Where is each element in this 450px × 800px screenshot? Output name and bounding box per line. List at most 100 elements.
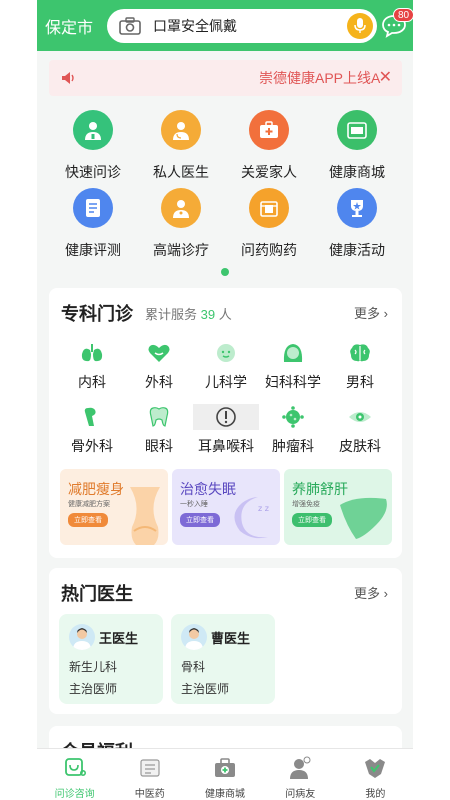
banner-title: 减肥瘦身 <box>68 481 124 497</box>
tab-profile[interactable]: 我的 <box>338 749 413 800</box>
entry-label: 健康评测 <box>65 242 121 258</box>
entry-label: 高端诊疗 <box>153 242 209 258</box>
microphone-icon[interactable] <box>347 13 373 39</box>
banner-insomnia[interactable]: 治愈失眠 一秒入睡 立即查看 z z <box>172 469 280 545</box>
doctor-icon <box>73 110 113 150</box>
dept-pediatrics[interactable]: 儿科学 <box>193 340 259 392</box>
city-selector[interactable]: 保定市 <box>45 14 105 38</box>
entry-label: 快速问诊 <box>65 164 121 180</box>
dept-andrology[interactable]: 男科 <box>327 340 393 392</box>
served-label: 累计服务 <box>145 307 198 322</box>
banner-subtitle: 一秒入睡 <box>180 501 208 508</box>
virus-icon <box>280 404 306 430</box>
dept-surgery[interactable]: 外科 <box>126 340 192 392</box>
trophy-icon <box>337 188 377 228</box>
banner-button[interactable]: 立即查看 <box>292 513 332 527</box>
chinese-medicine-icon <box>137 755 163 781</box>
doctor-title: 主治医师 <box>181 682 230 696</box>
doctor-name: 王医生 <box>99 631 139 646</box>
dept-label: 妇科科学 <box>265 374 321 390</box>
more-link[interactable]: 更多 › <box>354 583 388 602</box>
doctor-card[interactable]: 王医生 新生儿科 主治医师 <box>59 614 163 704</box>
heart-icon <box>146 340 172 366</box>
close-icon[interactable]: ✕ <box>379 67 392 87</box>
hot-doctors-title: 热门医生 <box>61 584 133 604</box>
svg-text:z z: z z <box>258 504 269 513</box>
medical-kit-icon <box>212 755 238 781</box>
entry-quick-consult[interactable]: 快速问诊 <box>53 110 133 182</box>
dept-dermatology[interactable]: 皮肤科 <box>327 404 393 456</box>
entry-health-assessment[interactable]: 健康评测 <box>53 188 133 260</box>
speaker-icon <box>62 72 74 84</box>
entry-label: 健康商城 <box>329 164 385 180</box>
notice-bar[interactable]: 崇德健康APP上线A ✕ <box>49 60 402 96</box>
entry-label: 问药购药 <box>241 242 297 258</box>
banner-subtitle: 增强免疫 <box>292 501 320 508</box>
store-icon <box>337 110 377 150</box>
message-badge: 80 <box>393 8 413 22</box>
carousel-indicator <box>221 268 229 276</box>
tab-label: 我的 <box>365 789 386 800</box>
patient-icon <box>287 755 313 781</box>
doctor-card[interactable]: 曹医生 骨科 主治医师 <box>171 614 275 704</box>
banner-button[interactable]: 立即查看 <box>180 513 220 527</box>
brain-icon <box>347 340 373 366</box>
private-doctor-icon <box>161 110 201 150</box>
tab-chinese-medicine[interactable]: 中医药 <box>112 749 187 800</box>
hot-doctors-card: 热门医生 更多 › 王医生 新生儿科 主治医师 曹医生 骨科 主治医师 <box>49 568 402 714</box>
banner-button[interactable]: 立即查看 <box>68 513 108 527</box>
clipboard-icon <box>73 188 113 228</box>
chevron-right-icon: › <box>383 306 388 321</box>
entry-label: 关爱家人 <box>241 164 297 180</box>
search-input[interactable]: 口罩安全佩戴 <box>153 16 347 36</box>
waist-illustration <box>130 487 160 545</box>
more-link[interactable]: 更多 › <box>354 303 388 322</box>
entry-health-activity[interactable]: 健康活动 <box>317 188 397 260</box>
stethoscope-icon <box>62 755 88 781</box>
entry-health-store[interactable]: 健康商城 <box>317 110 397 182</box>
dept-ophthalmology[interactable]: 眼科 <box>126 404 192 456</box>
entry-label: 健康活动 <box>329 242 385 258</box>
camera-icon[interactable] <box>119 17 141 35</box>
doctor-department: 骨科 <box>181 660 206 674</box>
dept-label: 皮肤科 <box>339 438 381 454</box>
notice-text: 崇德健康APP上线A <box>259 70 381 86</box>
search-bar[interactable]: 口罩安全佩戴 <box>107 9 377 43</box>
woman-icon <box>280 340 306 366</box>
served-count: 累计服务 39 人 <box>145 304 232 323</box>
bone-icon <box>79 404 105 430</box>
banner-lung-liver[interactable]: 养肺舒肝 增强免疫 立即查看 <box>284 469 392 545</box>
tab-patients[interactable]: 问病友 <box>263 749 338 800</box>
chevron-right-icon: › <box>383 586 388 601</box>
moon-icon: z z <box>234 497 269 539</box>
served-number: 39 <box>200 307 216 322</box>
dept-label: 外科 <box>145 374 173 390</box>
top-header: 保定市 口罩安全佩戴 80 <box>37 0 413 51</box>
liver-icon <box>340 497 387 539</box>
tab-health-store[interactable]: 健康商城 <box>187 749 262 800</box>
banner-weight-loss[interactable]: 减肥瘦身 健康减肥方案 立即查看 <box>60 469 168 545</box>
app-screen: 保定市 口罩安全佩戴 80 崇德健康APP上线A ✕ 快速问诊 私人医生 关爱家… <box>37 0 413 800</box>
dept-gynecology[interactable]: 妇科科学 <box>260 340 326 392</box>
dept-oncology[interactable]: 肿瘤科 <box>260 404 326 456</box>
tab-consult[interactable]: 问诊咨询 <box>37 749 112 800</box>
dept-internal[interactable]: 内科 <box>59 340 125 392</box>
entry-medicine[interactable]: 问药购药 <box>229 188 309 260</box>
dept-orthopedics[interactable]: 骨外科 <box>59 404 125 456</box>
entry-premium-care[interactable]: 高端诊疗 <box>141 188 221 260</box>
served-unit: 人 <box>218 307 232 322</box>
tab-label: 健康商城 <box>205 789 245 800</box>
doctor-department: 新生儿科 <box>69 660 118 674</box>
avatar <box>181 624 207 650</box>
doctor-name: 曹医生 <box>211 631 251 646</box>
dept-label: 耳鼻喉科 <box>198 438 254 454</box>
tab-label: 中医药 <box>134 789 165 800</box>
entry-family-care[interactable]: 关爱家人 <box>229 110 309 182</box>
alert-icon <box>193 404 259 430</box>
dept-label: 眼科 <box>145 438 173 454</box>
dept-ent[interactable]: 耳鼻喉科 <box>193 404 259 456</box>
lungs-icon <box>79 340 105 366</box>
more-label: 更多 <box>354 306 381 321</box>
more-label: 更多 <box>354 586 381 601</box>
entry-private-doctor[interactable]: 私人医生 <box>141 110 221 182</box>
